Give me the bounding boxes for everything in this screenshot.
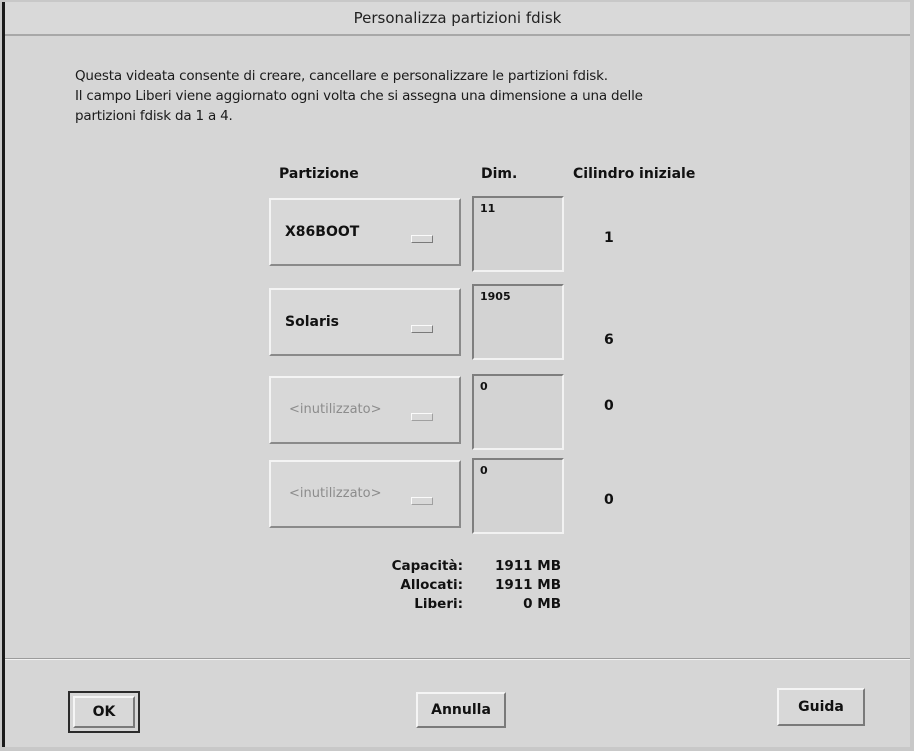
partition-2-type-menu[interactable]: Solaris — [269, 288, 461, 356]
capacity-label: Capacità: — [391, 558, 463, 574]
intro-text: Questa videata consente di creare, cance… — [75, 66, 855, 126]
free-value: 0 MB — [523, 596, 561, 612]
cancel-button[interactable]: Annulla — [416, 692, 506, 728]
button-bar-separator — [5, 658, 910, 660]
intro-line: partizioni fdisk da 1 a 4. — [75, 108, 233, 124]
allocated-label: Allocati: — [400, 577, 463, 593]
intro-line: Il campo Liberi viene aggiornato ogni vo… — [75, 88, 643, 104]
partition-4-size-field[interactable]: 0 — [472, 458, 564, 534]
menu-indicator-icon — [411, 497, 433, 505]
free-label: Liberi: — [414, 596, 463, 612]
partition-4-type-menu[interactable]: <inutilizzato> — [269, 460, 461, 528]
partition-1-start-cylinder: 1 — [604, 230, 614, 246]
help-button[interactable]: Guida — [777, 688, 865, 726]
partition-2-size-field[interactable]: 1905 — [472, 284, 564, 360]
menu-indicator-icon — [411, 413, 433, 421]
column-header-size: Dim. — [481, 166, 518, 182]
partition-3-type-menu[interactable]: <inutilizzato> — [269, 376, 461, 444]
partition-1-type-menu[interactable]: X86BOOT — [269, 198, 461, 266]
partition-3-type-label: <inutilizzato> — [289, 402, 382, 417]
allocated-value: 1911 MB — [495, 577, 561, 593]
partition-1-type-label: X86BOOT — [285, 224, 360, 240]
partition-3-start-cylinder: 0 — [604, 398, 614, 414]
intro-line: Questa videata consente di creare, cance… — [75, 68, 608, 84]
partition-4-type-label: <inutilizzato> — [289, 486, 382, 501]
partition-2-type-label: Solaris — [285, 314, 339, 330]
capacity-value: 1911 MB — [495, 558, 561, 574]
partition-2-start-cylinder: 6 — [604, 332, 614, 348]
column-header-start-cylinder: Cilindro iniziale — [573, 166, 696, 182]
column-header-partition: Partizione — [279, 166, 359, 182]
window-title: Personalizza partizioni fdisk — [5, 2, 910, 36]
ok-button[interactable]: OK — [73, 696, 135, 728]
menu-indicator-icon — [411, 325, 433, 333]
partition-4-start-cylinder: 0 — [604, 492, 614, 508]
partition-3-size-field[interactable]: 0 — [472, 374, 564, 450]
fdisk-dialog: Personalizza partizioni fdisk Questa vid… — [2, 2, 910, 747]
menu-indicator-icon — [411, 235, 433, 243]
partition-1-size-field[interactable]: 11 — [472, 196, 564, 272]
